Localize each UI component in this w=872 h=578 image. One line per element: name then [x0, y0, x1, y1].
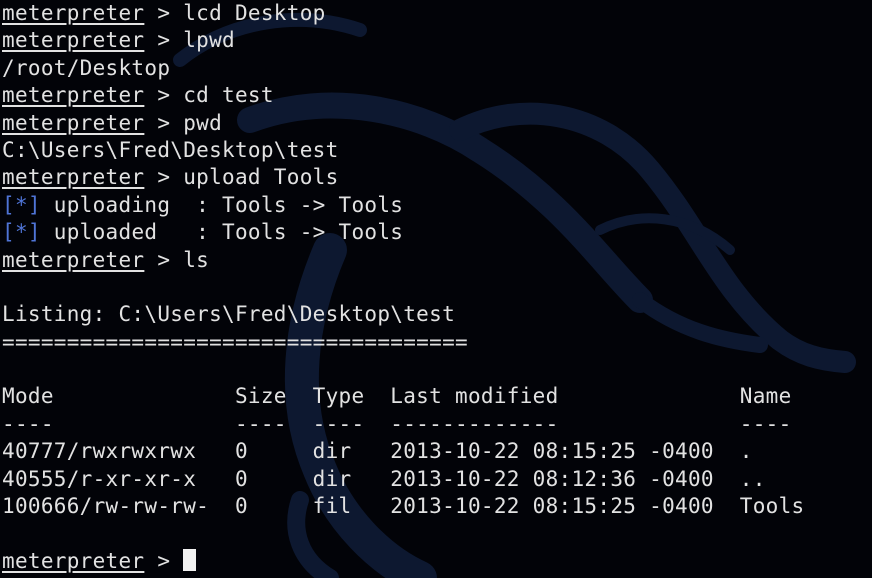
output-text: 40777/rwxrwxrwx 0 dir 2013-10-22 08:15:2… — [2, 439, 753, 464]
status-marker: [*] — [2, 192, 41, 217]
meterpreter-prompt: meterpreter — [2, 548, 145, 573]
terminal-line: [*] uploading : Tools -> Tools — [2, 192, 804, 219]
terminal-line: ---- ---- ---- ------------- ---- — [2, 411, 804, 438]
status-text: uploaded : Tools -> Tools — [40, 220, 404, 245]
meterpreter-prompt: meterpreter — [2, 1, 145, 25]
terminal-line: 100666/rw-rw-rw- 0 fil 2013-10-22 08:15:… — [2, 493, 804, 520]
terminal-line: C:\Users\Fred\Desktop\test — [2, 137, 804, 164]
terminal-line: 40777/rwxrwxrwx 0 dir 2013-10-22 08:15:2… — [2, 438, 804, 465]
meterpreter-prompt: meterpreter — [2, 165, 145, 190]
output-text: 100666/rw-rw-rw- 0 fil 2013-10-22 08:15:… — [2, 494, 805, 519]
terminal-line: meterpreter > cd test — [2, 82, 804, 109]
text-cursor[interactable] — [183, 548, 197, 571]
meterpreter-prompt: meterpreter — [2, 28, 145, 53]
terminal-window[interactable]: meterpreter > lcd Desktop meterpreter > l… — [0, 0, 872, 578]
output-text: Mode Size Type Last modified Name — [2, 384, 792, 409]
command-text: > lpwd — [144, 28, 235, 53]
terminal-line: meterpreter > pwd — [2, 110, 804, 137]
output-text: Listing: C:\Users\Fred\Desktop\test — [2, 302, 456, 327]
command-input[interactable]: > — [144, 549, 183, 573]
output-text: /root/Desktop — [2, 55, 171, 80]
output-text: C:\Users\Fred\Desktop\test — [2, 137, 339, 162]
terminal-line: meterpreter > upload Tools — [2, 164, 804, 191]
command-text: > lcd Desktop — [144, 1, 326, 25]
output-text: 40555/r-xr-xr-x 0 dir 2013-10-22 08:12:3… — [2, 466, 766, 491]
command-text: > upload Tools — [144, 165, 339, 190]
status-marker: [*] — [2, 220, 41, 245]
terminal-line: meterpreter > ls — [2, 247, 804, 274]
output-text: ---- ---- ---- ------------- ---- — [2, 411, 792, 436]
command-text: > pwd — [144, 110, 223, 135]
status-text: uploading : Tools -> Tools — [40, 192, 404, 217]
meterpreter-prompt: meterpreter — [2, 83, 145, 108]
terminal-line: meterpreter > lcd Desktop — [2, 0, 804, 27]
output-text: ==================================== — [2, 329, 468, 354]
terminal-line: meterpreter > lpwd — [2, 27, 804, 54]
command-text: > cd test — [144, 83, 274, 108]
terminal-line: /root/Desktop — [2, 55, 804, 82]
terminal-output: meterpreter > lcd Desktop meterpreter > l… — [2, 0, 804, 575]
terminal-line: Mode Size Type Last modified Name — [2, 383, 804, 410]
terminal-line: Listing: C:\Users\Fred\Desktop\test — [2, 301, 804, 328]
command-text: > ls — [144, 247, 210, 272]
terminal-line: 40555/r-xr-xr-x 0 dir 2013-10-22 08:12:3… — [2, 466, 804, 493]
terminal-line: ==================================== — [2, 329, 804, 356]
meterpreter-prompt: meterpreter — [2, 110, 145, 135]
meterpreter-prompt: meterpreter — [2, 247, 145, 272]
terminal-line: meterpreter > — [2, 548, 804, 575]
terminal-line: [*] uploaded : Tools -> Tools — [2, 219, 804, 246]
